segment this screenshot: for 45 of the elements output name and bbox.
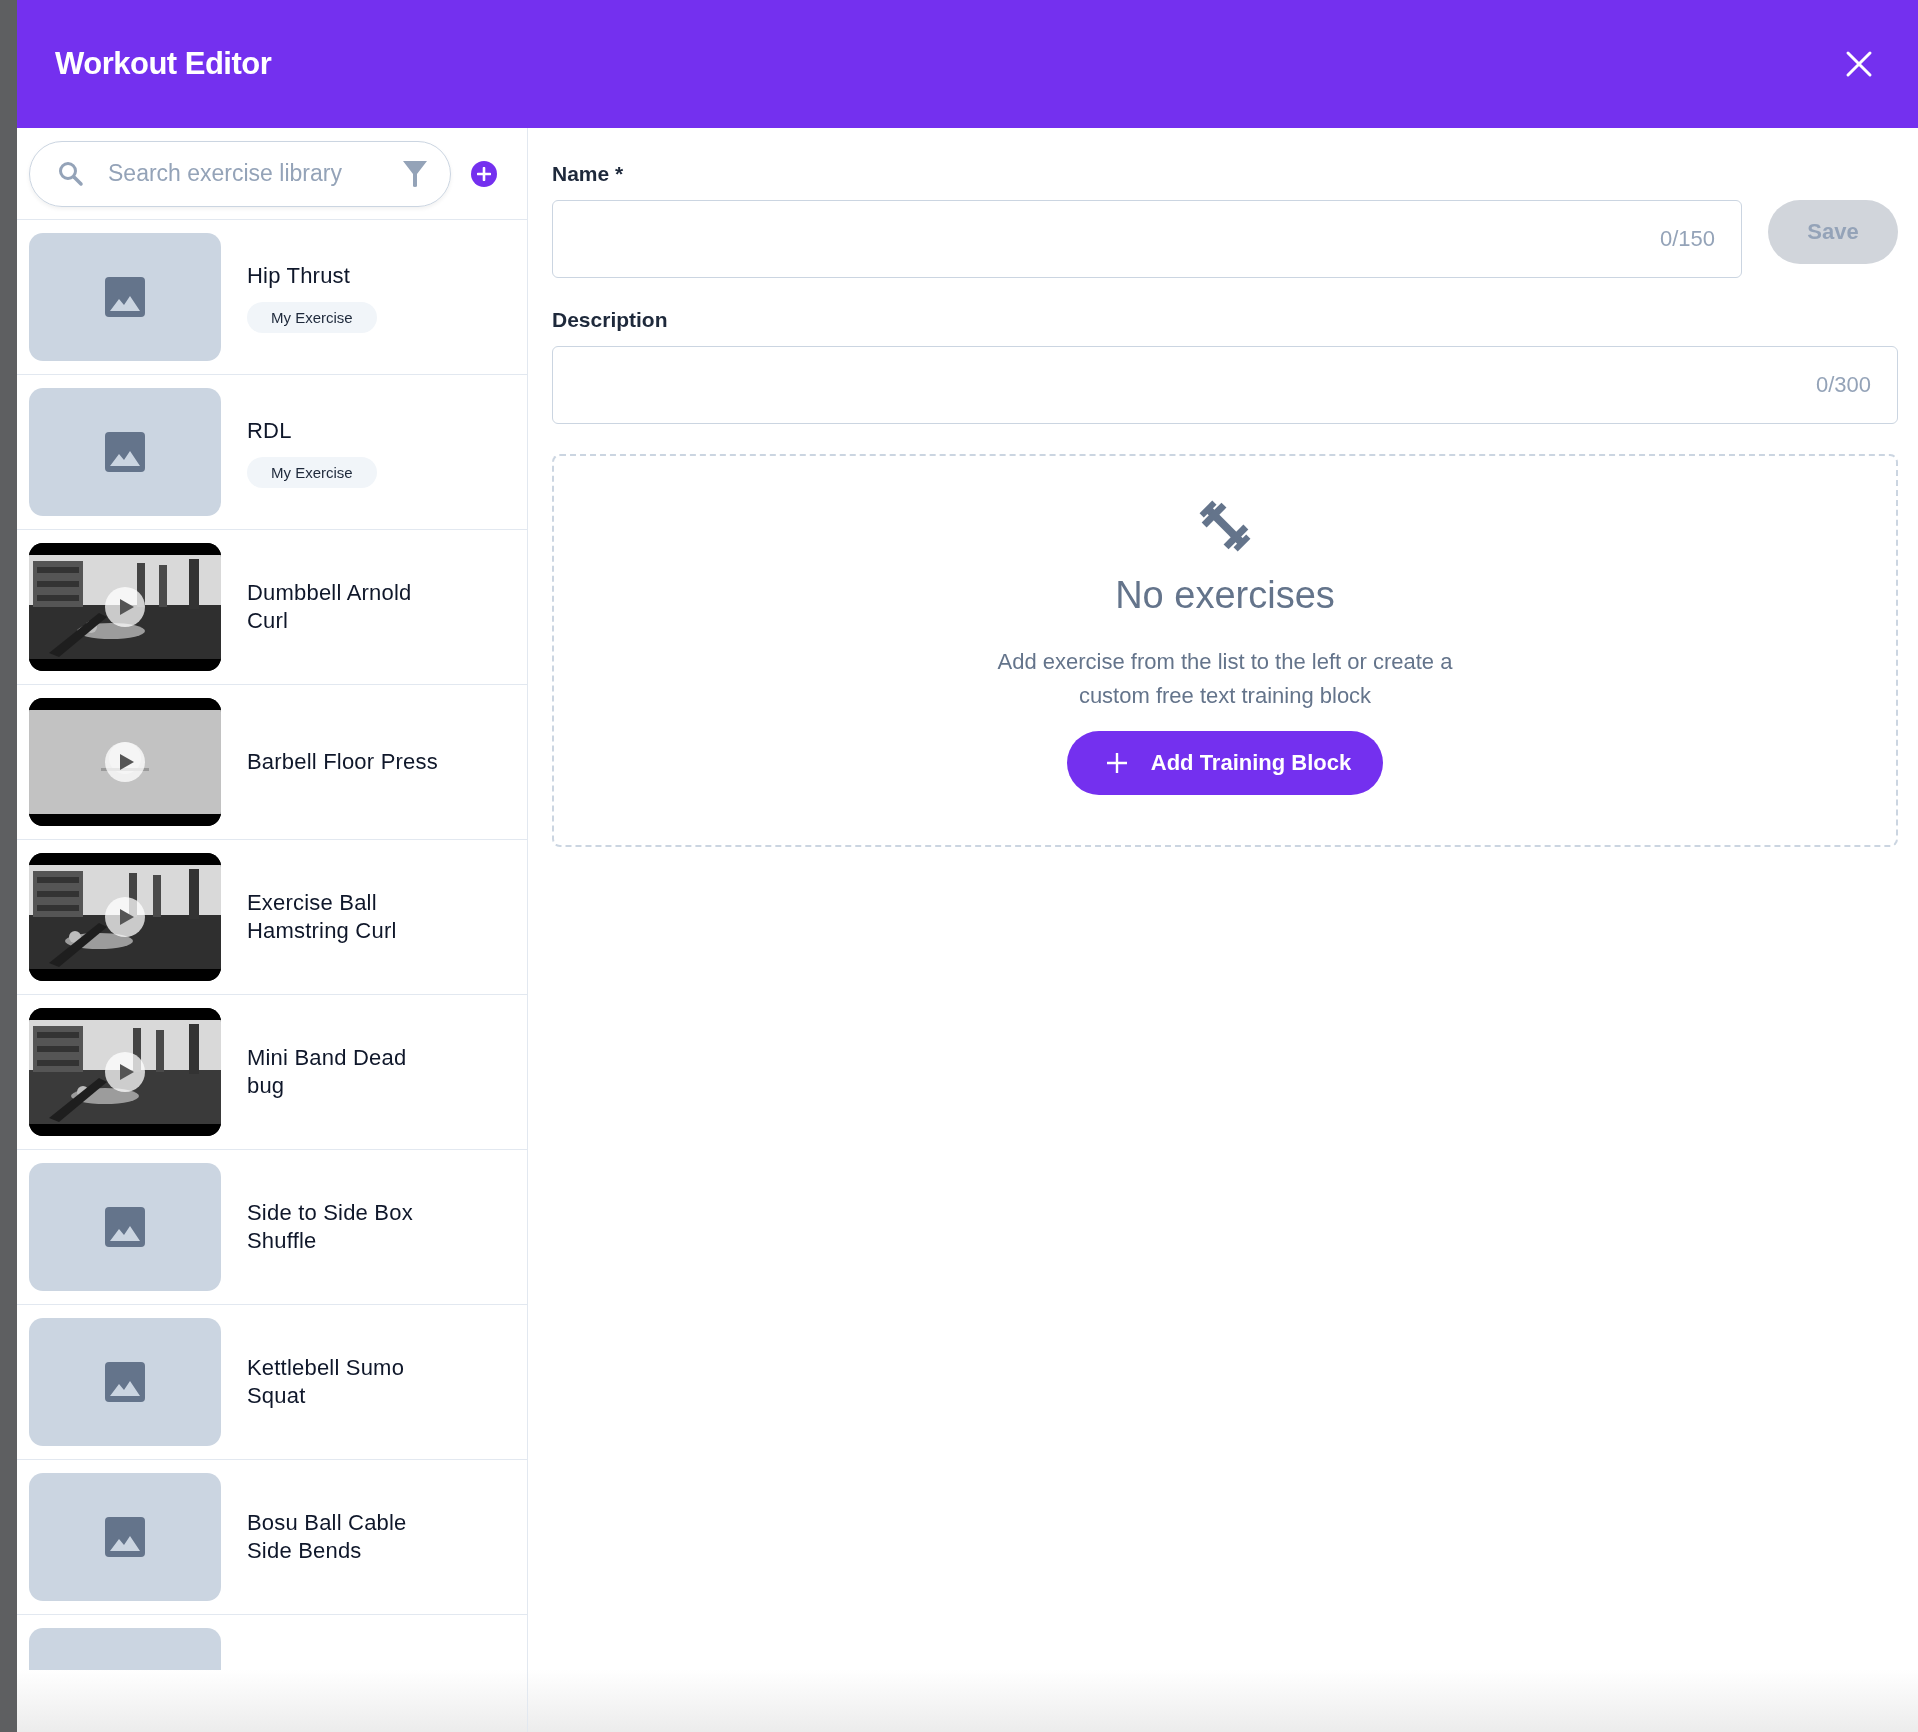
exercise-item[interactable]: Barbell Floor Press (17, 685, 527, 840)
exercise-name: RDL (247, 416, 292, 445)
character-counter: 0/300 (1815, 372, 1871, 398)
search-icon (58, 160, 84, 187)
exercise-tag: My Exercise (247, 301, 377, 333)
image-icon (105, 1517, 145, 1557)
empty-state-title: No exercises (1115, 574, 1335, 617)
image-icon (105, 1362, 145, 1402)
field-label: Name * (552, 162, 625, 186)
exercise-item[interactable]: Mini Band Dead bug (17, 995, 527, 1150)
plus-icon (1104, 751, 1129, 775)
image-icon (105, 432, 145, 472)
exercise-name: Bosu Ball Cable Side Bends (247, 1509, 408, 1565)
exercise-item[interactable]: Side to Side Box Shuffle (17, 1150, 527, 1305)
character-counter: 0/150 (1659, 226, 1715, 252)
exercise-item[interactable]: Bosu Ball Cable Side Bends (17, 1460, 527, 1615)
exercise-tag: My Exercise (247, 456, 377, 488)
exercise-name: Mini Band Dead bug (247, 1044, 408, 1100)
play-icon[interactable] (105, 587, 145, 627)
exercise-name: Kettlebell Sumo Squat (247, 1354, 406, 1410)
exercise-name: Dumbbell Arnold Curl (247, 579, 413, 635)
empty-state-message: Add exercise from the list to the left or create a custom free text training block (996, 648, 1454, 710)
exercise-name: Exercise Ball Hamstring Curl (247, 889, 398, 945)
exercise-item[interactable]: RDL My Exercise (17, 375, 527, 530)
exercise-item[interactable]: Hip Thrust My Exercise (17, 220, 527, 375)
play-icon[interactable] (105, 1052, 145, 1092)
exercise-name: Side to Side Box Shuffle (247, 1199, 414, 1255)
play-icon[interactable] (105, 897, 145, 937)
exercise-name: Hip Thrust (247, 261, 351, 290)
add-exercise-button[interactable] (471, 160, 497, 187)
image-icon (105, 1207, 145, 1247)
exercise-item[interactable]: Kettlebell Sumo Squat (17, 1305, 527, 1460)
dumbbell-icon (1197, 498, 1253, 554)
field-label: Description (552, 308, 669, 332)
filter-icon[interactable] (402, 159, 428, 188)
image-icon (105, 277, 145, 317)
plus-icon (477, 166, 491, 181)
exercise-name: Barbell Floor Press (247, 748, 438, 776)
close-button[interactable] (1844, 49, 1874, 79)
exercise-item[interactable]: Exercise Ball Hamstring Curl (17, 840, 527, 995)
add-training-block-button[interactable]: Add Training Block (1066, 731, 1384, 795)
search-input[interactable]: Search exercise library (106, 159, 380, 188)
exercise-item[interactable]: Dumbbell Arnold Curl (17, 530, 527, 685)
play-icon[interactable] (105, 742, 145, 782)
dialog-title: Workout Editor (55, 46, 272, 82)
